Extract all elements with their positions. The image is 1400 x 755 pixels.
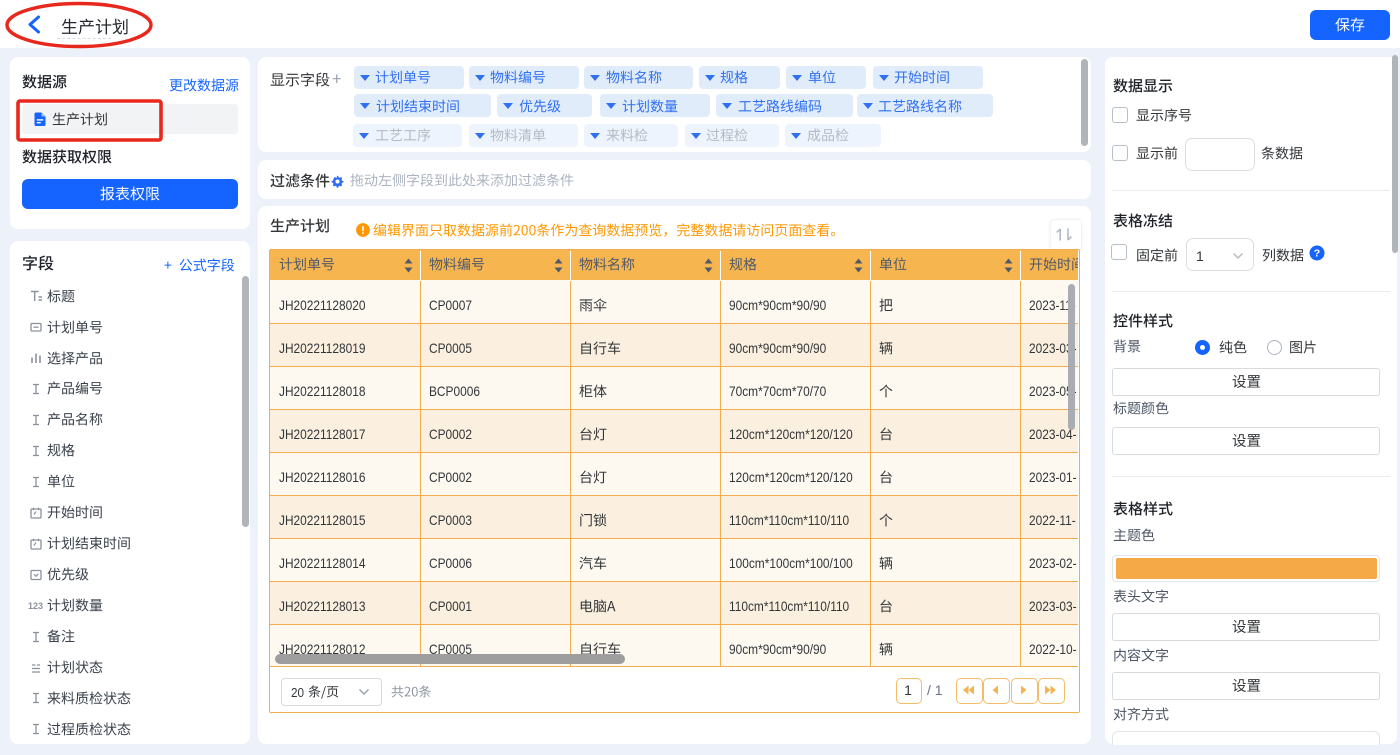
svg-text:?: ?: [1314, 248, 1320, 260]
